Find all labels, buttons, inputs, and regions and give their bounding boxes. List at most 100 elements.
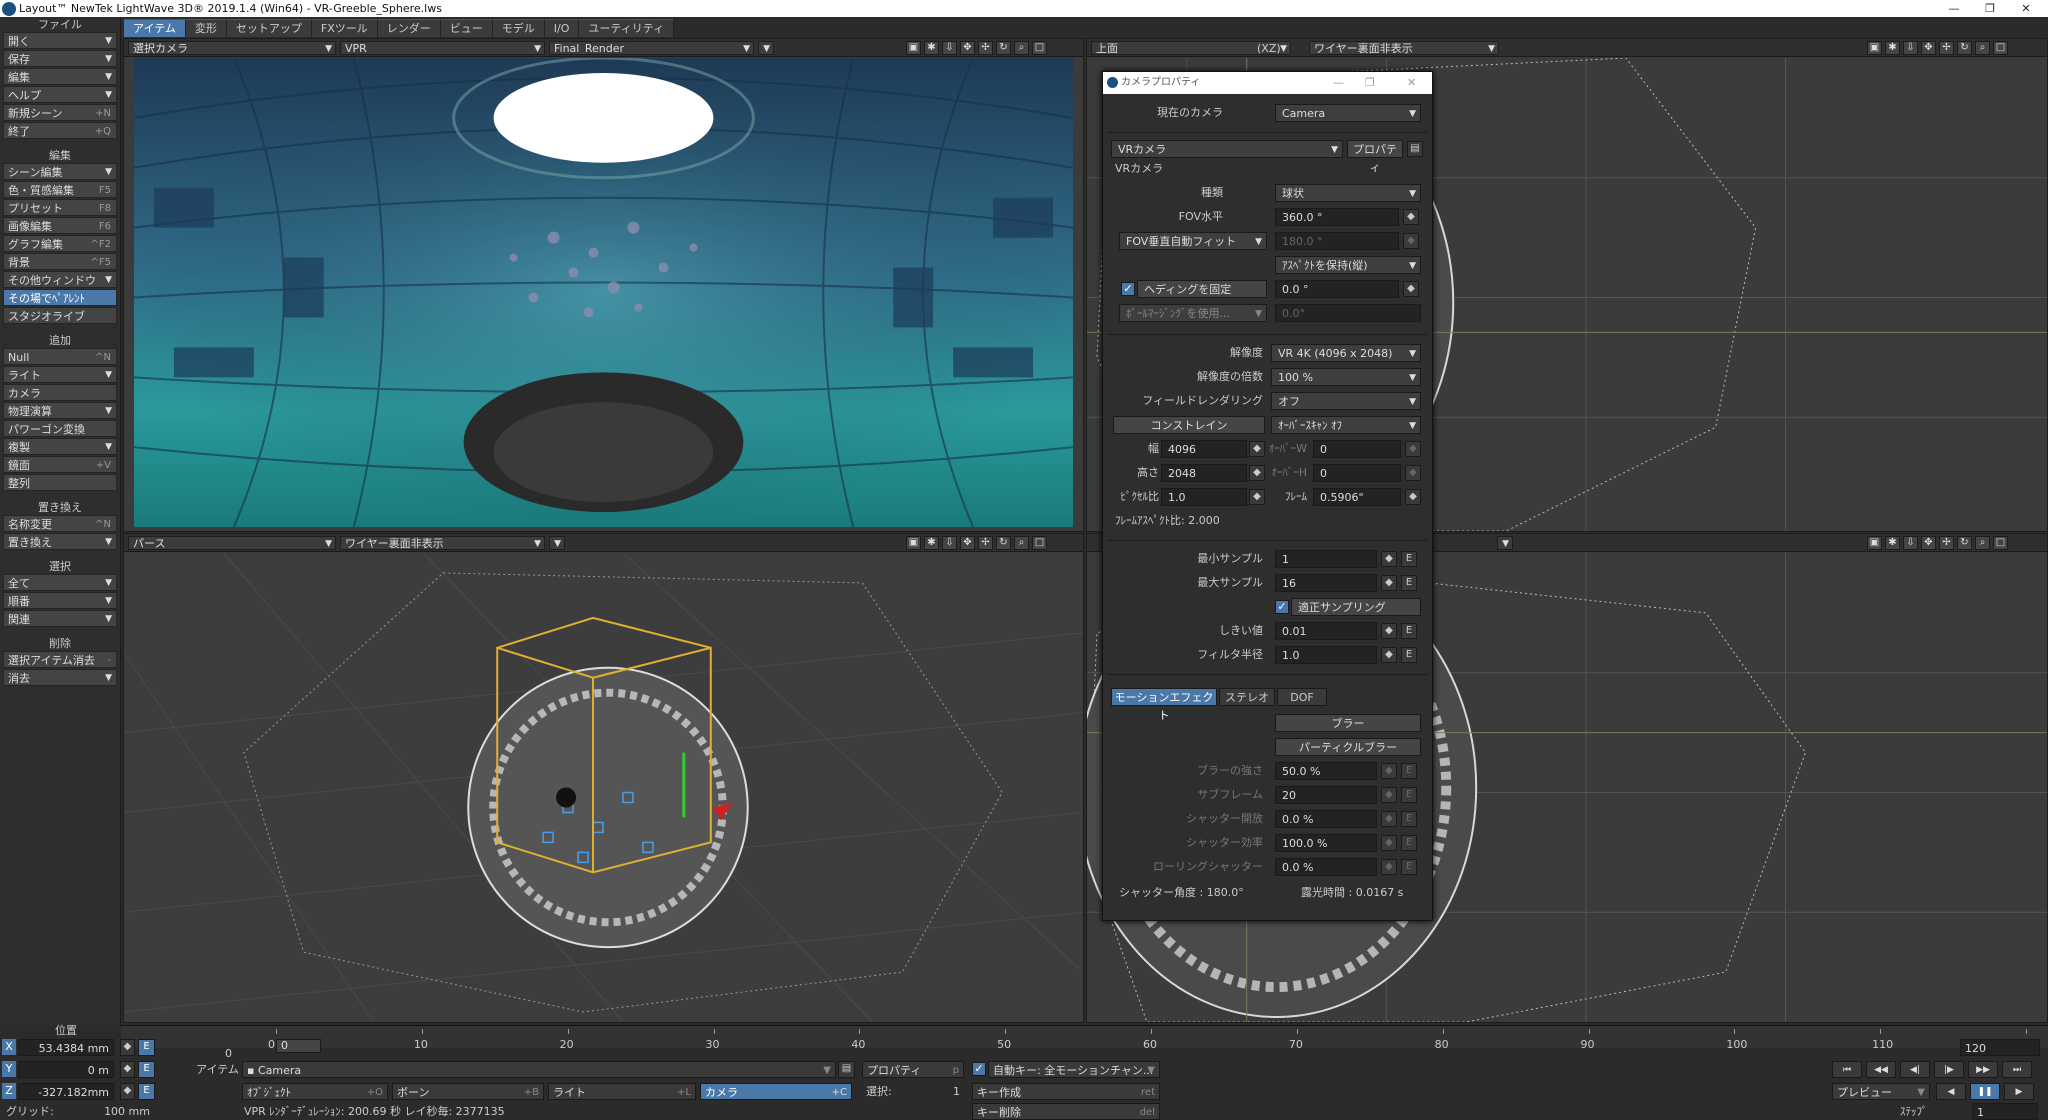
gear-icon[interactable]: ✱	[924, 41, 939, 55]
spinner-icon[interactable]: ◆	[1403, 281, 1419, 297]
spinner-icon[interactable]: ◆	[1403, 209, 1419, 225]
spinner-icon[interactable]: ◆	[120, 1083, 135, 1100]
pole-merging-dropdown[interactable]: ﾎﾟｰﾙﾏｰｼﾞﾝｸﾞを使用... ▼	[1119, 304, 1267, 322]
clone-button[interactable]: 複製 ▼	[3, 438, 117, 455]
camera-select-dropdown[interactable]: 選択カメラ ▼	[128, 41, 336, 55]
extra-dropdown[interactable]: ▼	[1497, 536, 1513, 550]
tab-modify[interactable]: 変形	[185, 19, 227, 37]
replace-button[interactable]: 置き換え ▼	[3, 533, 117, 550]
envelope-icon[interactable]: E	[1401, 787, 1417, 803]
overscan-height-input[interactable]: 0	[1313, 464, 1401, 482]
maximize-viewport-icon[interactable]: □	[1032, 41, 1047, 55]
maximize-viewport-icon[interactable]: □	[1993, 41, 2008, 55]
envelope-icon[interactable]: E	[138, 1039, 155, 1056]
tab-model[interactable]: モデル	[492, 19, 545, 37]
adaptive-sampling-label[interactable]: 適正サンプリング	[1291, 598, 1421, 616]
rotate-view-icon[interactable]: ✥	[960, 536, 975, 550]
spinner-icon[interactable]: ◆	[1381, 835, 1397, 851]
rotate-view-icon[interactable]: ✥	[1921, 536, 1936, 550]
pixel-aspect-input[interactable]: 1.0	[1161, 488, 1247, 506]
item-list-icon[interactable]: ▤	[838, 1061, 855, 1078]
camera-snapshot-icon[interactable]: ▣	[906, 41, 921, 55]
delete-key-button[interactable]: キー削除 del	[972, 1103, 1160, 1120]
surface-editor-button[interactable]: 色・質感編集 F5	[3, 181, 117, 198]
tab-render[interactable]: レンダー	[377, 19, 441, 37]
x-axis-toggle[interactable]: X	[2, 1039, 16, 1055]
threshold-input[interactable]: 0.01	[1275, 622, 1377, 640]
spinner-icon[interactable]: ◆	[1381, 763, 1397, 779]
zoom-icon[interactable]: ⌕	[1014, 536, 1029, 550]
clipboard-icon[interactable]: ▤	[1407, 141, 1423, 157]
vpr-mode-dropdown[interactable]: VPR ▼	[340, 41, 545, 55]
maximize-viewport-icon[interactable]: □	[1032, 536, 1047, 550]
spinner-icon[interactable]: ◆	[1249, 441, 1265, 457]
pause-icon[interactable]: ❚❚	[1970, 1083, 2000, 1100]
gear-icon[interactable]: ✱	[1885, 536, 1900, 550]
fov-vertical-mode-dropdown[interactable]: FOV垂直自動フィット ▼	[1119, 232, 1267, 250]
overscan-width-input[interactable]: 0	[1313, 440, 1401, 458]
powergon-button[interactable]: パワーゴン変換	[3, 420, 117, 437]
spinner-icon[interactable]: ◆	[1405, 441, 1421, 457]
x-position-input[interactable]: 53.4384 mm	[18, 1039, 114, 1056]
spinner-icon[interactable]: ◆	[1381, 859, 1397, 875]
envelope-icon[interactable]: E	[1401, 835, 1417, 851]
save-button[interactable]: 保存 ▼	[3, 50, 117, 67]
frame-size-input[interactable]: 0.5906"	[1313, 488, 1401, 506]
camera-snapshot-icon[interactable]: ▣	[1867, 41, 1882, 55]
field-rendering-dropdown[interactable]: オフ ▼	[1271, 392, 1421, 410]
other-windows-button[interactable]: その他ウィンドウ ▼	[3, 271, 117, 288]
new-scene-button[interactable]: 新規シーン +N	[3, 104, 117, 121]
save-render-icon[interactable]: ⇩	[942, 536, 957, 550]
tab-view[interactable]: ビュー	[440, 19, 493, 37]
fov-horizontal-input[interactable]: 360.0 °	[1275, 208, 1399, 226]
next-key-icon[interactable]: ▶▶	[1968, 1061, 1998, 1078]
dialog-close-button[interactable]: ✕	[1407, 72, 1416, 94]
spinner-icon[interactable]: ◆	[1249, 465, 1265, 481]
envelope-icon[interactable]: E	[1401, 859, 1417, 875]
z-axis-toggle[interactable]: Z	[2, 1083, 16, 1099]
scene-editor-button[interactable]: シーン編集 ▼	[3, 163, 117, 180]
height-input[interactable]: 2048	[1161, 464, 1247, 482]
objects-mode-button[interactable]: ｵﾌﾞｼﾞｪｸﾄ +O	[242, 1083, 388, 1100]
save-render-icon[interactable]: ⇩	[1903, 41, 1918, 55]
spinner-icon[interactable]: ◆	[1381, 623, 1397, 639]
tab-dof[interactable]: DOF	[1277, 688, 1327, 706]
spinner-icon[interactable]: ◆	[1381, 575, 1397, 591]
filter-radius-input[interactable]: 1.0	[1275, 646, 1377, 664]
display-mode-dropdown[interactable]: ワイヤー裏面非表示 ▼	[340, 536, 545, 550]
blur-button[interactable]: ブラー	[1275, 714, 1421, 732]
open-button[interactable]: 開く ▼	[3, 32, 117, 49]
envelope-icon[interactable]: E	[1401, 763, 1417, 779]
help-button[interactable]: ヘルプ ▼	[3, 86, 117, 103]
close-window-button[interactable]: ✕	[2004, 0, 2048, 17]
refresh-icon[interactable]: ↻	[996, 536, 1011, 550]
view-type-dropdown[interactable]: パース ▼	[128, 536, 336, 550]
particle-blur-button[interactable]: パーティクルブラー	[1275, 738, 1421, 756]
auto-key-checkbox[interactable]: ✓	[972, 1062, 986, 1076]
spinner-icon[interactable]: ◆	[1405, 489, 1421, 505]
next-frame-icon[interactable]: |▶	[1934, 1061, 1964, 1078]
resolution-dropdown[interactable]: VR 4K (4096 x 2048) ▼	[1271, 344, 1421, 362]
clear-button[interactable]: 消去 ▼	[3, 669, 117, 686]
max-samples-input[interactable]: 16	[1275, 574, 1377, 592]
move-view-icon[interactable]: ✢	[1939, 41, 1954, 55]
mirror-button[interactable]: 鏡面 +V	[3, 456, 117, 473]
graph-editor-button[interactable]: グラフ編集 ^F2	[3, 235, 117, 252]
create-key-button[interactable]: キー作成 ret	[972, 1083, 1160, 1100]
overscan-dropdown[interactable]: ｵｰﾊﾞｰｽｷｬﾝ ｵﾌ ▼	[1271, 416, 1421, 434]
envelope-icon[interactable]: E	[138, 1061, 155, 1078]
min-samples-input[interactable]: 1	[1275, 550, 1377, 568]
exit-button[interactable]: 終了 +Q	[3, 122, 117, 139]
y-axis-toggle[interactable]: Y	[2, 1061, 16, 1077]
shutter-efficiency-input[interactable]: 100.0 %	[1275, 834, 1377, 852]
clear-selected-button[interactable]: 選択アイテム消去 -	[3, 651, 117, 668]
envelope-icon[interactable]: E	[1401, 551, 1417, 567]
width-input[interactable]: 4096	[1161, 440, 1247, 458]
tab-utilities[interactable]: ユーティリティ	[579, 19, 675, 37]
aspect-mode-dropdown[interactable]: ｱｽﾍﾟｸﾄを保持(縦) ▼	[1275, 256, 1421, 274]
studio-live-button[interactable]: スタジオライブ	[3, 307, 117, 324]
image-editor-button[interactable]: 画像編集 F6	[3, 217, 117, 234]
select-order-button[interactable]: 順番 ▼	[3, 592, 117, 609]
add-camera-button[interactable]: カメラ	[3, 384, 117, 401]
adaptive-sampling-checkbox[interactable]: ✓	[1275, 600, 1289, 614]
